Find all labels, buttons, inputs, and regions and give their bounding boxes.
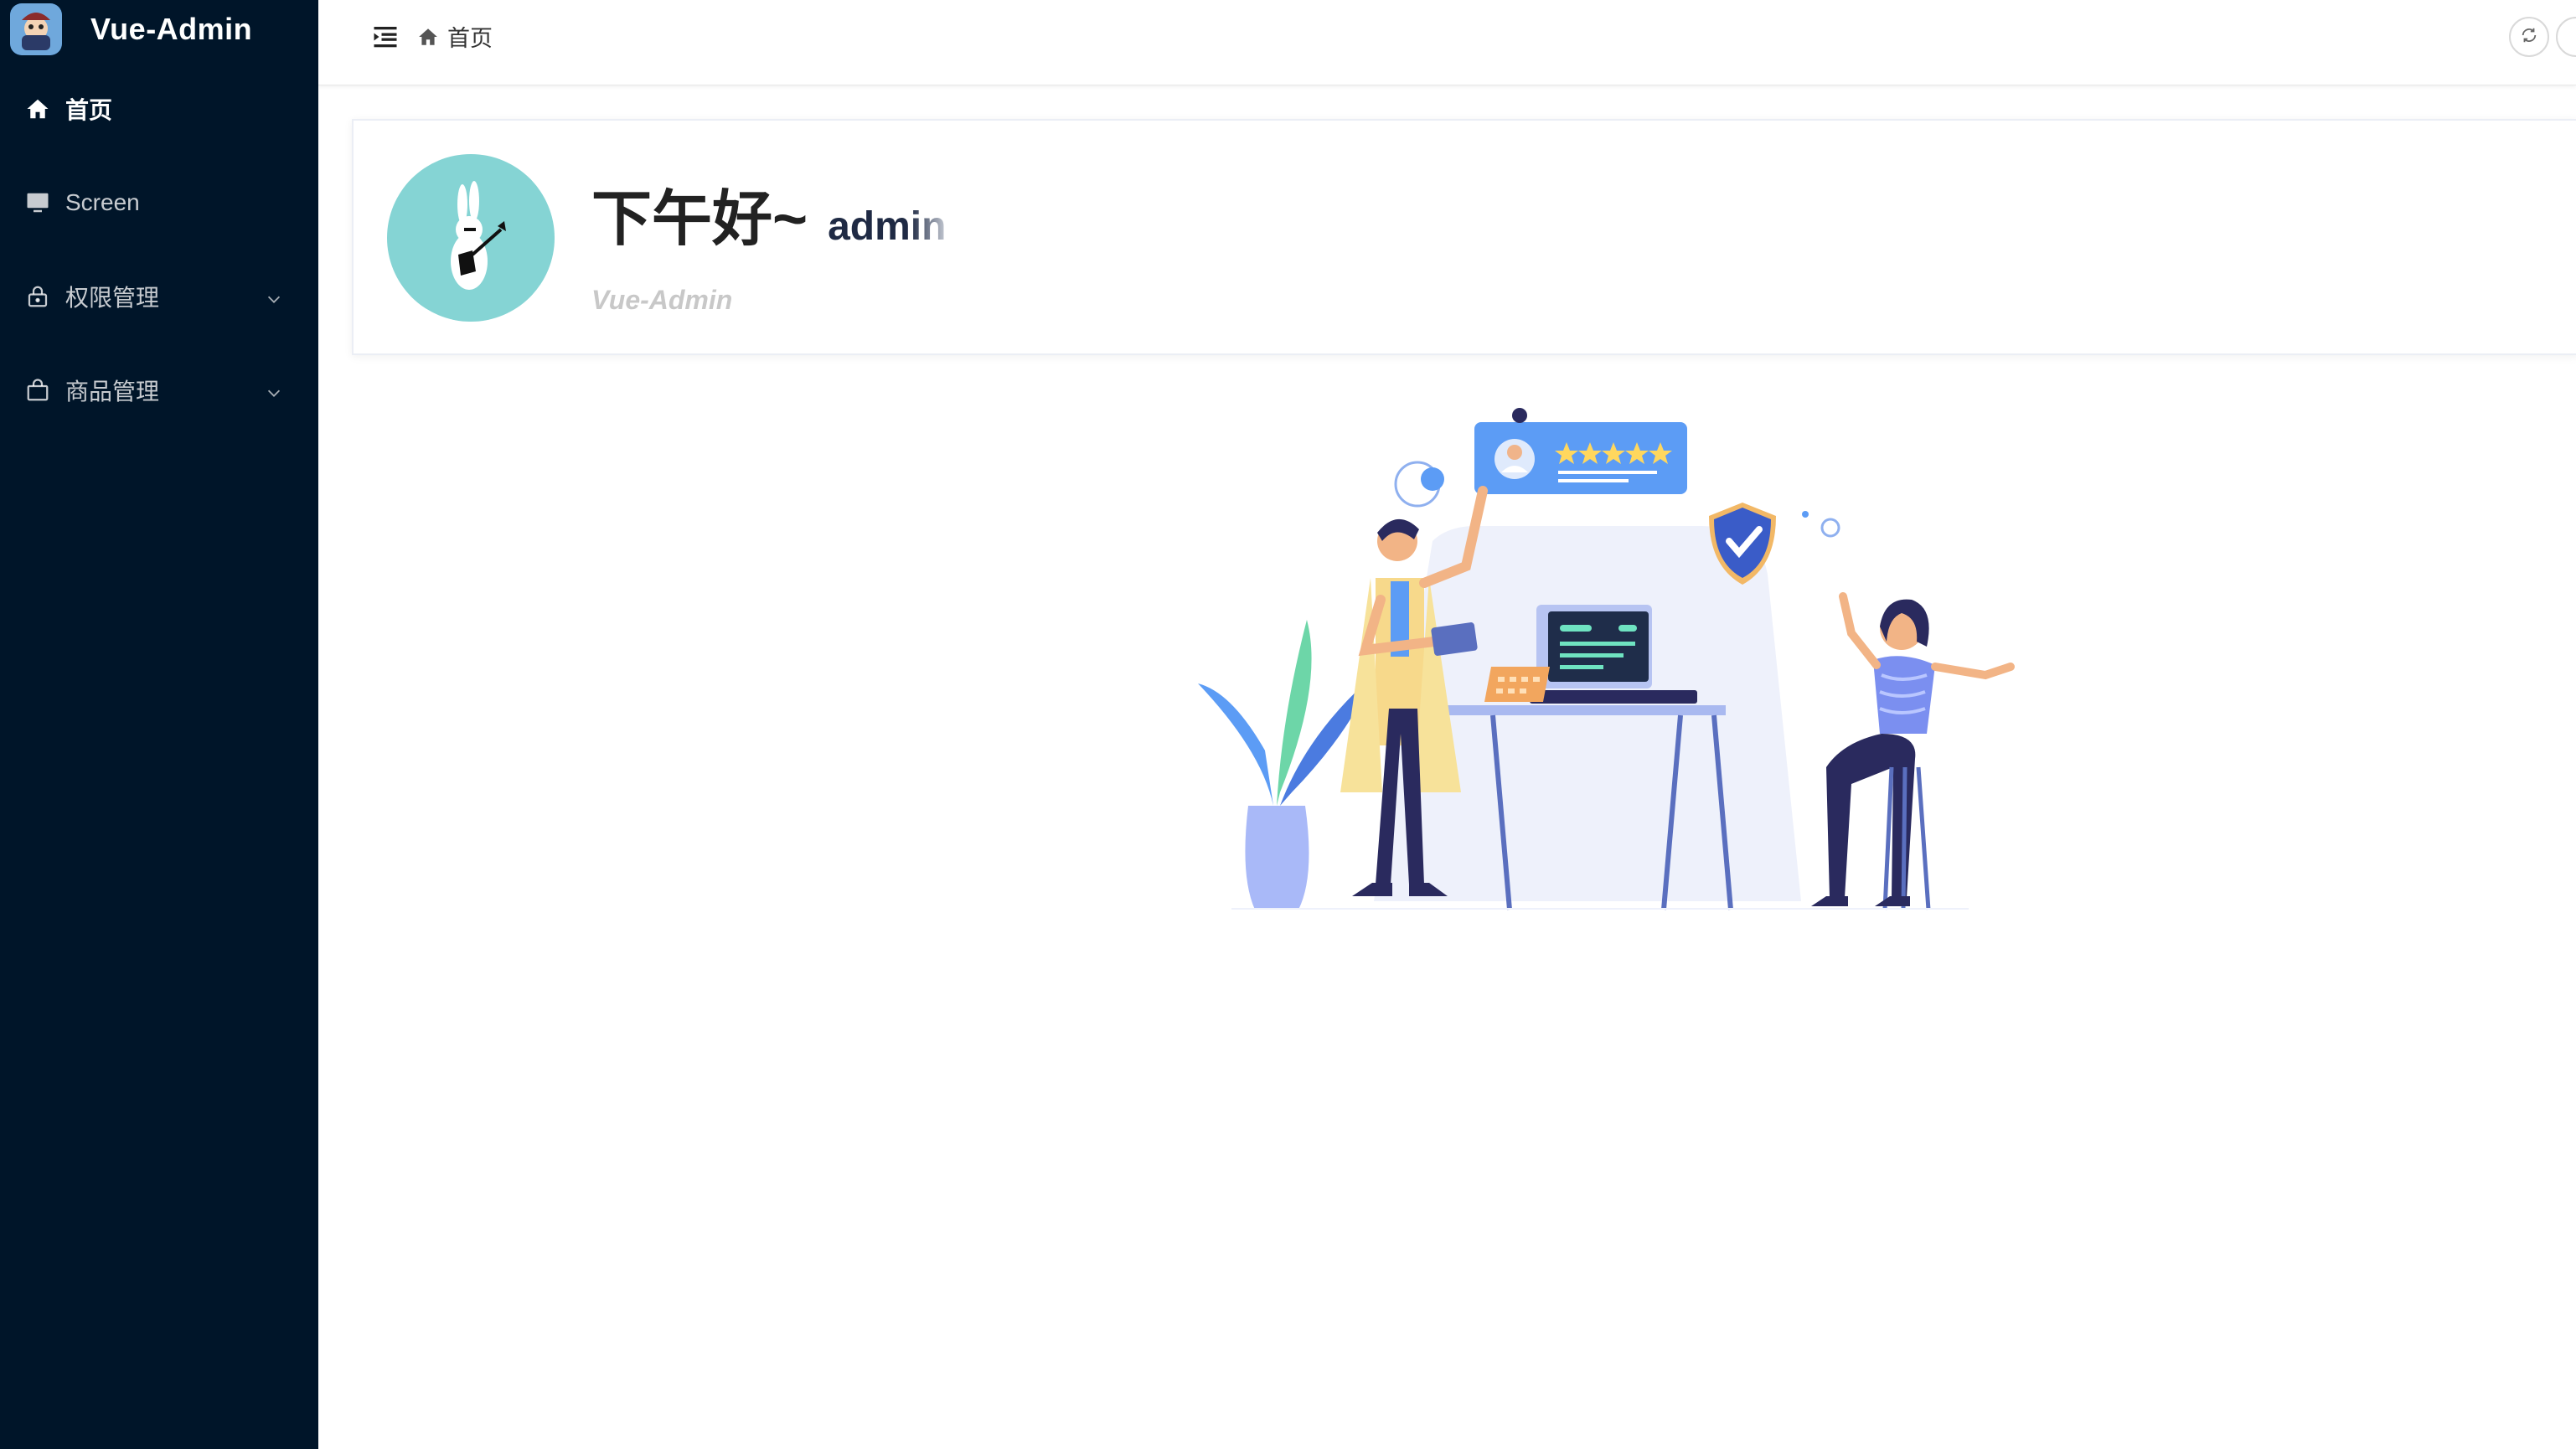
sidebar-item-products[interactable]: 商品管理	[0, 343, 318, 437]
chevron-down-icon	[265, 287, 283, 306]
fullscreen-button[interactable]	[2556, 17, 2576, 57]
sidebar-item-label: Screen	[65, 189, 140, 215]
sidebar-item-permissions[interactable]: 权限管理	[0, 250, 318, 343]
sidebar-item-label: 权限管理	[65, 285, 160, 311]
lock-icon	[23, 282, 52, 311]
breadcrumb: 首页	[417, 20, 493, 53]
avatar[interactable]	[387, 154, 555, 322]
top-header: 首页	[318, 0, 2576, 85]
shopping-bag-icon	[23, 376, 52, 405]
sidebar: Vue-Admin 首页 Screen 权限管理 商品管理	[0, 0, 318, 1449]
app-title: Vue-Admin	[90, 12, 253, 46]
monitor-icon	[23, 188, 52, 217]
welcome-card: 下午好~ admin Vue-Admin	[352, 119, 2576, 355]
logo-row[interactable]: Vue-Admin	[0, 0, 318, 59]
breadcrumb-item[interactable]: 首页	[447, 20, 493, 53]
welcome-subtitle: Vue-Admin	[591, 285, 733, 315]
welcome-illustration	[1181, 399, 2019, 918]
sidebar-item-home[interactable]: 首页	[0, 62, 318, 156]
sidebar-menu: 首页 Screen 权限管理 商品管理	[0, 62, 318, 437]
greeting-text: 下午好~	[591, 186, 808, 253]
sidebar-item-screen[interactable]: Screen	[0, 156, 318, 250]
home-icon	[23, 95, 52, 123]
refresh-button[interactable]	[2509, 17, 2549, 57]
sidebar-item-label: 首页	[65, 97, 113, 123]
username: admin	[828, 204, 947, 249]
app-logo	[10, 3, 62, 55]
menu-fold-icon[interactable]	[370, 22, 400, 52]
home-icon	[417, 26, 439, 48]
sidebar-item-label: 商品管理	[65, 379, 160, 405]
refresh-icon	[2520, 26, 2538, 49]
greeting-line: 下午好~ admin	[591, 169, 946, 257]
chevron-down-icon	[265, 381, 283, 400]
